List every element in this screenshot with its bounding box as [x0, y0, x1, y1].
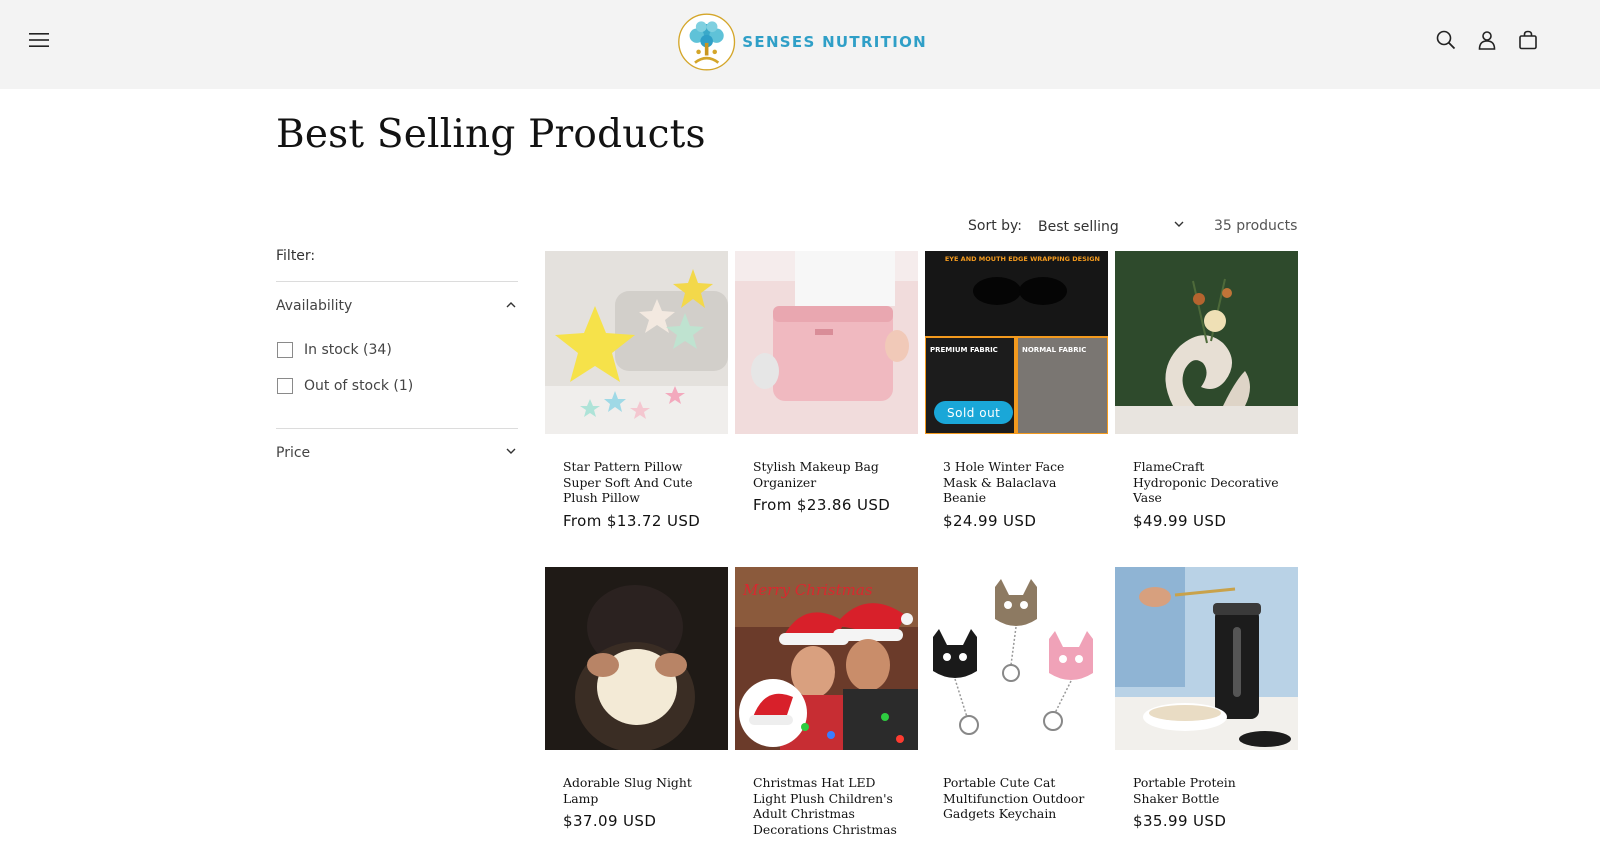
product-card[interactable]: Portable Protein Shaker Bottle $35.99 US… [1115, 567, 1298, 830]
mask-banner-text: EYE AND MOUTH EDGE WRAPPING DESIGN [945, 255, 1100, 263]
tree-logo-icon [678, 13, 736, 71]
product-title[interactable]: Portable Protein Shaker Bottle [1133, 775, 1280, 806]
merry-christmas-text: Merry Christmas [742, 581, 873, 599]
sort-selected-value: Best selling [1038, 219, 1119, 235]
product-title[interactable]: Adorable Slug Night Lamp [563, 775, 710, 806]
product-price: From $23.86 USD [753, 496, 891, 515]
filter-option-out-of-stock[interactable]: Out of stock (1) [277, 378, 413, 394]
product-title[interactable]: Portable Cute Cat Multifunction Outdoor … [943, 775, 1090, 822]
product-image-cat-keychain[interactable] [925, 567, 1108, 750]
out-of-stock-checkbox[interactable] [277, 378, 293, 394]
product-price: $35.99 USD [1133, 812, 1227, 831]
product-card[interactable]: FlameCraft Hydroponic Decorative Vase $4… [1115, 251, 1298, 530]
product-image-face-mask[interactable]: EYE AND MOUTH EDGE WRAPPING DESIGN PREMI… [925, 251, 1108, 434]
chevron-up-icon [506, 302, 516, 308]
product-card[interactable]: Portable Cute Cat Multifunction Outdoor … [925, 567, 1108, 828]
product-title[interactable]: Star Pattern Pillow Super Soft And Cute … [563, 459, 710, 506]
product-title[interactable]: 3 Hole Winter Face Mask & Balaclava Bean… [943, 459, 1090, 506]
product-title[interactable]: FlameCraft Hydroponic Decorative Vase [1133, 459, 1280, 506]
price-label: Price [276, 445, 311, 461]
hamburger-icon[interactable] [21, 22, 57, 58]
product-image-makeup-bag[interactable] [735, 251, 918, 434]
product-card[interactable]: Stylish Makeup Bag Organizer From $23.86… [735, 251, 918, 514]
product-price: $24.99 USD [943, 512, 1037, 531]
product-price: From $13.72 USD [563, 512, 701, 531]
product-card[interactable]: Adorable Slug Night Lamp $37.09 USD [545, 567, 728, 830]
product-card[interactable]: Star Pattern Pillow Super Soft And Cute … [545, 251, 728, 530]
normal-fabric-label: NORMAL FABRIC [1022, 346, 1086, 354]
brand-logo[interactable]: SENSES NUTRITION [677, 8, 927, 76]
premium-fabric-label: PREMIUM FABRIC [930, 346, 998, 354]
product-card[interactable]: Merry Christmas Christmas Hat LED Light … [735, 567, 918, 844]
product-card[interactable]: EYE AND MOUTH EDGE WRAPPING DESIGN PREMI… [925, 251, 1108, 530]
divider [276, 281, 518, 282]
site-header: SENSES NUTRITION [0, 0, 1600, 89]
sold-out-badge: Sold out [934, 401, 1014, 424]
product-title[interactable]: Stylish Makeup Bag Organizer [753, 459, 900, 490]
sort-select[interactable]: Best selling [1036, 216, 1188, 238]
product-image-slug-lamp[interactable] [545, 567, 728, 750]
in-stock-checkbox[interactable] [277, 342, 293, 358]
page-title: Best Selling Products [276, 112, 706, 157]
product-image-christmas-hat[interactable]: Merry Christmas [735, 567, 918, 750]
chevron-down-icon [506, 448, 516, 454]
out-of-stock-label: Out of stock (1) [304, 378, 414, 394]
cart-icon[interactable] [1510, 22, 1546, 58]
product-image-vase[interactable] [1115, 251, 1298, 434]
divider [276, 428, 518, 429]
product-price: $37.09 USD [563, 812, 657, 831]
product-image-star-pillow[interactable] [545, 251, 728, 434]
product-title[interactable]: Christmas Hat LED Light Plush Children's… [753, 775, 900, 838]
product-image-shaker-bottle[interactable] [1115, 567, 1298, 750]
in-stock-label: In stock (34) [304, 342, 392, 358]
filter-label: Filter: [276, 248, 316, 264]
price-facet-toggle[interactable]: Price [276, 441, 518, 465]
availability-facet-toggle[interactable]: Availability [276, 294, 518, 318]
account-icon[interactable] [1469, 22, 1505, 58]
search-icon[interactable] [1428, 22, 1464, 58]
product-price: $49.99 USD [1133, 512, 1227, 531]
chevron-down-icon [1174, 221, 1184, 227]
filter-option-in-stock[interactable]: In stock (34) [277, 342, 392, 358]
availability-label: Availability [276, 298, 353, 314]
brand-name: SENSES NUTRITION [742, 33, 927, 51]
sort-label: Sort by: [968, 218, 1023, 234]
product-count: 35 products [1214, 218, 1298, 234]
